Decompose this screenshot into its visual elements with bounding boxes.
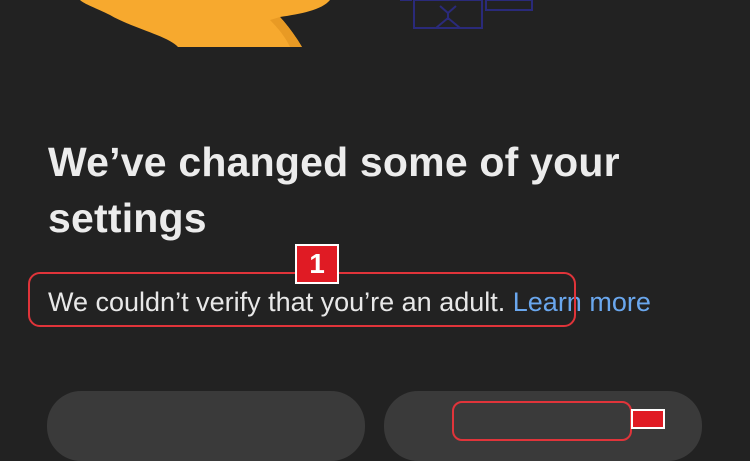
annotation-badge-1: 1: [295, 244, 339, 284]
person-icon: [400, 0, 533, 29]
annotation-highlight-2: [452, 401, 632, 441]
secondary-action-button[interactable]: [47, 391, 365, 461]
dialog-title: We’ve changed some of your settings: [48, 139, 620, 241]
annotation-badge-2: [631, 409, 665, 429]
hero-illustration: [80, 0, 533, 47]
